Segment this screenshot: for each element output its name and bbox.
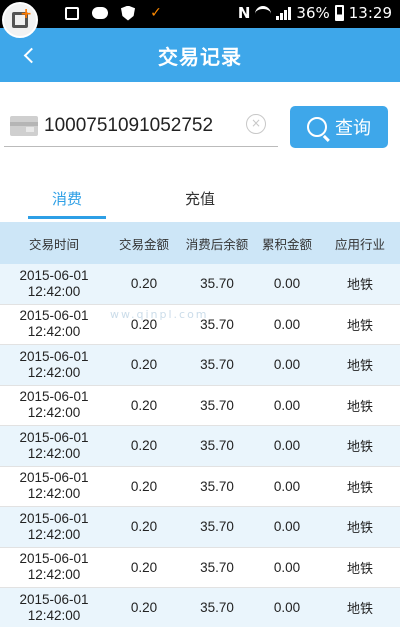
table-row[interactable]: 2015-06-01 12:42:00 0.20 35.70 0.00 地铁	[0, 466, 400, 507]
accumulated-amount: 0.00	[273, 438, 301, 454]
industry: 地铁	[346, 318, 373, 334]
wechat-icon	[92, 5, 108, 21]
search-row: × 查询	[0, 100, 400, 160]
wifi-icon	[255, 6, 272, 20]
chevron-left-icon	[23, 47, 39, 63]
transaction-time: 2015-06-01 12:42:00	[19, 591, 89, 623]
transaction-amount: 0.20	[130, 519, 158, 535]
accumulated-amount: 0.00	[273, 316, 301, 332]
industry: 地铁	[346, 561, 373, 577]
accumulated-amount: 0.00	[273, 559, 301, 575]
clear-button[interactable]: ×	[246, 114, 266, 134]
card-icon	[10, 116, 38, 136]
app-add-icon[interactable]: +	[2, 2, 38, 38]
balance-after: 35.70	[200, 276, 234, 292]
nfc-icon: N	[237, 4, 251, 22]
page-title: 交易记录	[158, 44, 242, 69]
column-header-balance: 消费后余额	[185, 236, 249, 252]
transaction-amount: 0.20	[130, 600, 158, 616]
battery-icon	[334, 5, 344, 21]
table-header: 交易时间 交易金额 消费后余额 累积金额 应用行业	[0, 222, 400, 264]
column-header-accumulated: 累积金额	[261, 236, 312, 252]
balance-after: 35.70	[200, 357, 234, 373]
transaction-amount: 0.20	[130, 478, 158, 494]
clock: 13:29	[348, 4, 392, 22]
table-row[interactable]: 2015-06-01 12:42:00 0.20 35.70 0.00 地铁	[0, 385, 400, 426]
tab-consume[interactable]: 消费	[28, 176, 106, 220]
image-notification-icon	[64, 5, 80, 21]
title-bar: 交易记录	[0, 28, 400, 82]
industry: 地铁	[346, 602, 373, 618]
balance-after: 35.70	[200, 600, 234, 616]
column-header-amount: 交易金额	[118, 236, 169, 252]
industry: 地铁	[346, 359, 373, 375]
transaction-amount: 0.20	[130, 559, 158, 575]
industry: 地铁	[346, 278, 373, 294]
accumulated-amount: 0.00	[273, 276, 301, 292]
shield-icon	[120, 5, 136, 21]
industry: 地铁	[346, 399, 373, 415]
accumulated-amount: 0.00	[273, 397, 301, 413]
status-bar: + ✓ N 36% 13:29	[0, 0, 400, 38]
search-icon	[307, 117, 327, 137]
back-button[interactable]	[18, 42, 44, 68]
transaction-time: 2015-06-01 12:42:00	[19, 389, 89, 421]
transaction-amount: 0.20	[130, 357, 158, 373]
active-tab-indicator	[28, 216, 106, 219]
table-row[interactable]: 2015-06-01 12:42:00 0.20 35.70 0.00 地铁	[0, 264, 400, 305]
balance-after: 35.70	[200, 397, 234, 413]
table-row[interactable]: 2015-06-01 12:42:00 0.20 35.70 0.00 地铁	[0, 426, 400, 467]
status-right: N 36% 13:29	[238, 4, 392, 22]
tab-bar: 消费 充值	[0, 176, 400, 222]
transaction-time: 2015-06-01 12:42:00	[19, 510, 89, 542]
table-row[interactable]: 2015-06-01 12:42:00 0.20 35.70 0.00 地铁	[0, 507, 400, 548]
plus-icon: +	[20, 6, 32, 22]
table-row[interactable]: 2015-06-01 12:42:00 0.20 35.70 0.00 地铁	[0, 588, 400, 627]
watermark-text: ww.qinpl.com	[110, 308, 209, 321]
accumulated-amount: 0.00	[273, 519, 301, 535]
tab-recharge[interactable]: 充值	[170, 176, 230, 220]
accumulated-amount: 0.00	[273, 600, 301, 616]
transaction-time: 2015-06-01 12:42:00	[19, 267, 89, 299]
column-header-time: 交易时间	[28, 236, 79, 252]
transaction-time: 2015-06-01 12:42:00	[19, 348, 89, 380]
table-row[interactable]: 2015-06-01 12:42:00 0.20 35.70 0.00 地铁	[0, 547, 400, 588]
transaction-time: 2015-06-01 12:42:00	[19, 429, 89, 461]
signal-icon	[276, 6, 292, 20]
balance-after: 35.70	[200, 519, 234, 535]
balance-after: 35.70	[200, 478, 234, 494]
input-underline	[4, 146, 278, 147]
transaction-time: 2015-06-01 12:42:00	[19, 470, 89, 502]
query-button[interactable]: 查询	[290, 106, 388, 148]
balance-after: 35.70	[200, 559, 234, 575]
notification-icons: ✓	[64, 5, 164, 21]
industry: 地铁	[346, 521, 373, 537]
table-row[interactable]: 2015-06-01 12:42:00 0.20 35.70 0.00 地铁	[0, 345, 400, 386]
transaction-amount: 0.20	[130, 438, 158, 454]
transaction-time: 2015-06-01 12:42:00	[19, 551, 89, 583]
card-number-input[interactable]	[44, 110, 244, 142]
transaction-amount: 0.20	[130, 397, 158, 413]
query-button-label: 查询	[335, 118, 371, 139]
accumulated-amount: 0.00	[273, 478, 301, 494]
battery-percent: 36%	[296, 4, 330, 22]
transaction-time: 2015-06-01 12:42:00	[19, 308, 89, 340]
industry: 地铁	[346, 440, 373, 456]
check-icon: ✓	[150, 5, 162, 21]
transaction-amount: 0.20	[130, 276, 158, 292]
balance-after: 35.70	[200, 438, 234, 454]
accumulated-amount: 0.00	[273, 357, 301, 373]
industry: 地铁	[346, 480, 373, 496]
column-header-industry: 应用行业	[334, 236, 385, 252]
